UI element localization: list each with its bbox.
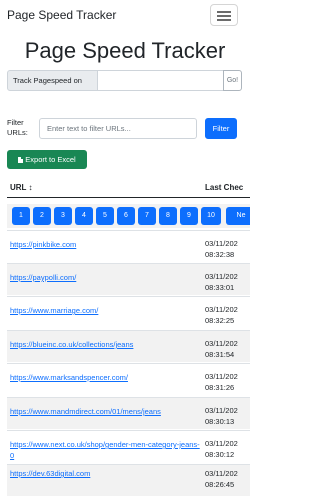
url-link[interactable]: https://www.marksandspencer.com/	[10, 372, 200, 383]
last-checked-cell: 03/11/202 08:33:01	[205, 271, 238, 293]
track-url-input[interactable]	[98, 70, 224, 91]
track-pagespeed-label: Track Pagespeed on	[7, 70, 98, 91]
last-checked-time: 08:30:12	[205, 450, 235, 459]
filter-label: Filter URLs:	[7, 118, 28, 137]
pagination-page-button[interactable]: 5	[96, 207, 114, 225]
last-checked-cell: 03/11/202 08:31:26	[205, 371, 238, 393]
pagination: 1 2 3 4 5 6 7 8 9 10 Ne	[7, 204, 250, 228]
header-divider	[7, 197, 250, 198]
pagination-page-button[interactable]: 6	[117, 207, 135, 225]
url-link[interactable]: https://pinkbike.com	[10, 239, 200, 250]
table-row: https://www.mandmdirect.com/01/mens/jean…	[7, 397, 250, 429]
last-checked-time: 08:31:26	[205, 383, 235, 392]
navbar-brand[interactable]: Page Speed Tracker	[7, 8, 116, 22]
pagination-page-button[interactable]: 8	[159, 207, 177, 225]
filter-button[interactable]: Filter	[205, 118, 237, 139]
pagination-page-button[interactable]: 1	[12, 207, 30, 225]
file-excel-icon	[18, 156, 24, 163]
last-checked-cell: 03/11/202 08:30:12	[205, 438, 238, 460]
column-header-url[interactable]: URL ↕	[10, 183, 33, 192]
last-checked-cell: 03/11/202 08:30:13	[205, 405, 238, 427]
last-checked-cell: 03/11/202 08:31:54	[205, 338, 238, 360]
table-row: https://paypolli.com/03/11/202 08:33:01	[7, 263, 250, 295]
table-row: https://blueinc.co.uk/collections/jeans 0…	[7, 330, 250, 362]
page-title: Page Speed Tracker	[24, 38, 226, 63]
pagination-page-button[interactable]: 10	[201, 207, 221, 225]
table-row: https://pinkbike.com 03/11/202 08:32:38	[7, 230, 250, 262]
table-row: https://www.next.co.uk/shop/gender-men-c…	[7, 430, 250, 462]
table-row: https://www.marksandspencer.com/03/11/20…	[7, 363, 250, 395]
table-row: https://dev.63digital.com 03/11/202 08:26:…	[7, 464, 250, 496]
export-to-excel-button[interactable]: Export to Excel	[7, 150, 87, 169]
last-checked-time: 08:32:38	[205, 250, 235, 259]
track-pagespeed-group: Track Pagespeed on Go!	[7, 70, 242, 91]
hamburger-icon	[217, 11, 231, 13]
export-label: Export to Excel	[25, 155, 76, 164]
last-checked-time: 08:30:13	[205, 417, 235, 426]
table-row: https://www.marriage.com/03/11/202 08:32:…	[7, 296, 250, 328]
url-link[interactable]: https://www.mandmdirect.com/01/mens/jean…	[10, 406, 200, 417]
last-checked-date: 03/11/202	[205, 406, 238, 415]
last-checked-time: 08:33:01	[205, 283, 235, 292]
last-checked-date: 03/11/202	[205, 469, 238, 478]
pagination-next-button[interactable]: Ne	[226, 207, 250, 225]
navbar: Page Speed Tracker	[0, 0, 250, 31]
url-link[interactable]: https://www.marriage.com/	[10, 305, 200, 316]
url-link[interactable]: https://blueinc.co.uk/collections/jeans	[10, 339, 200, 350]
last-checked-date: 03/11/202	[205, 305, 238, 314]
pagination-page-button[interactable]: 4	[75, 207, 93, 225]
last-checked-time: 08:32:25	[205, 316, 235, 325]
pagination-page-button[interactable]: 7	[138, 207, 156, 225]
last-checked-date: 03/11/202	[205, 239, 238, 248]
last-checked-date: 03/11/202	[205, 339, 238, 348]
filter-input[interactable]	[39, 118, 197, 139]
go-button[interactable]: Go!	[223, 70, 242, 91]
last-checked-date: 03/11/202	[205, 372, 238, 381]
url-link[interactable]: https://paypolli.com/	[10, 272, 200, 283]
menu-toggle-button[interactable]	[210, 4, 238, 26]
url-link[interactable]: https://dev.63digital.com	[10, 468, 200, 479]
column-header-last-checked[interactable]: Last Chec	[205, 183, 243, 192]
last-checked-date: 03/11/202	[205, 272, 238, 281]
url-link[interactable]: https://www.next.co.uk/shop/gender-men-c…	[10, 439, 200, 461]
last-checked-cell: 03/11/202 08:32:25	[205, 304, 238, 326]
last-checked-time: 08:26:45	[205, 480, 235, 489]
pagination-page-button[interactable]: 2	[33, 207, 51, 225]
pagination-page-button[interactable]: 3	[54, 207, 72, 225]
last-checked-cell: 03/11/202 08:26:45	[205, 468, 238, 490]
pagination-page-button[interactable]: 9	[180, 207, 198, 225]
last-checked-cell: 03/11/202 08:32:38	[205, 238, 238, 260]
last-checked-time: 08:31:54	[205, 350, 235, 359]
last-checked-date: 03/11/202	[205, 439, 238, 448]
